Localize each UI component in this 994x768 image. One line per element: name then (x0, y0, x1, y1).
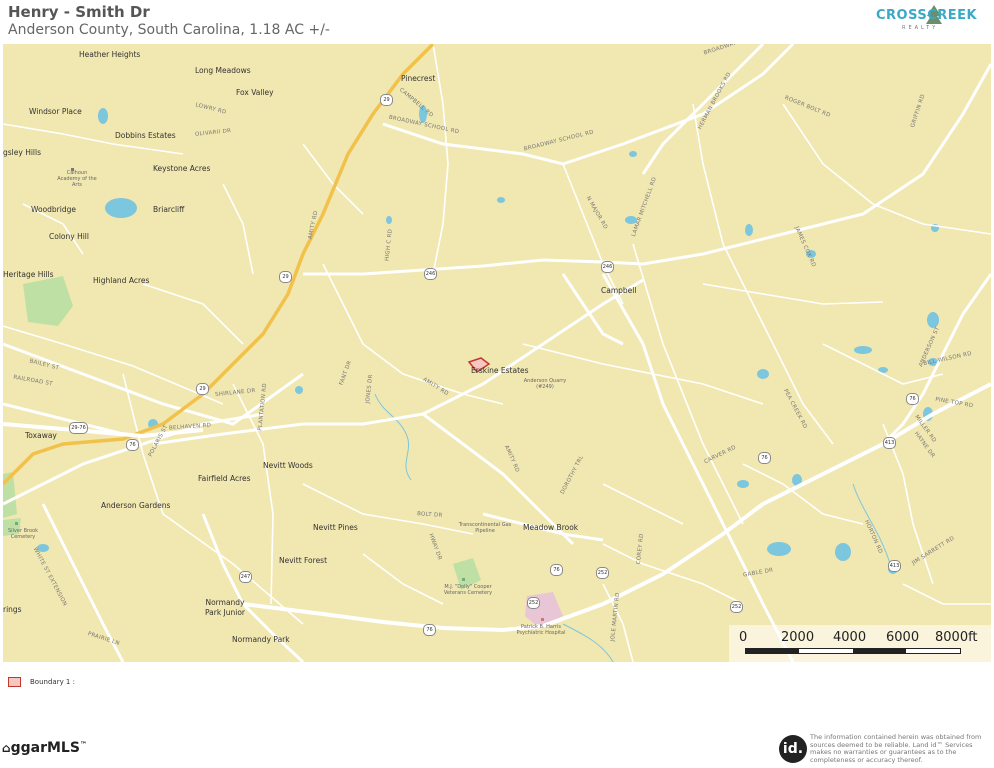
poi-label: Calhoun Academy of the Arts (57, 170, 97, 188)
place-label: Windsor Place (29, 107, 82, 116)
place-label: Nevitt Forest (279, 556, 328, 565)
poi-label: Transcontinental Gas Pipeline (458, 522, 512, 534)
route-shield: 76 (550, 564, 563, 576)
route-shield: 413 (883, 437, 896, 449)
route-shield: 29 (196, 383, 209, 395)
map-view[interactable]: Heather Heights Long Meadows Pinecrest F… (3, 44, 991, 662)
poi-label: Silver Brook Cemetery (7, 528, 39, 540)
place-label: Campbell (601, 286, 637, 295)
place-label: Normandy Park Junior (204, 598, 246, 617)
scale-label: 0 (739, 630, 748, 645)
route-shield: 252 (730, 601, 743, 613)
park-areas (3, 276, 563, 628)
route-shield: 29 (380, 94, 393, 106)
page-title: Henry - Smith Dr (8, 3, 150, 21)
route-shield: 246 (601, 261, 614, 273)
route-shield: 76 (906, 393, 919, 405)
streams (374, 393, 894, 662)
poi-label: Anderson Quarry (#249) (523, 378, 567, 390)
place-label: Colony Hill (49, 232, 89, 241)
place-label: Nevitt Pines (313, 523, 358, 532)
land-id-logo: id. (779, 735, 807, 763)
boundary-legend-label: Boundary 1 : (30, 678, 75, 686)
place-label: Normandy Park (232, 635, 290, 644)
water-bodies (37, 105, 939, 574)
place-label: Nevitt Woods (263, 461, 313, 470)
route-shield: 252 (596, 567, 609, 579)
place-label: Anderson Gardens (101, 501, 171, 510)
route-shield: 29 (279, 271, 292, 283)
place-label: Toxaway (25, 431, 57, 440)
scale-label: 6000 (886, 630, 920, 645)
brand-logo: CROSSCREEK REALTY (876, 4, 986, 40)
scale-label: 2000 (781, 630, 815, 645)
scale-segment (746, 649, 799, 653)
place-label: gsley Hills (3, 148, 41, 157)
place-label: Long Meadows (195, 66, 251, 75)
place-label: Briarcliff (153, 205, 185, 214)
route-shield: 246 (424, 268, 437, 280)
route-shield: 252 (527, 597, 540, 609)
route-shield: 76 (126, 439, 139, 451)
route-shield: 247 (239, 571, 252, 583)
place-label: Woodbridge (31, 205, 76, 214)
place-label: Dobbins Estates (115, 131, 176, 140)
brand-logo-subtext: REALTY (902, 25, 939, 31)
brand-logo-text: CROSSCREEK (876, 8, 978, 23)
scale-bar: 0 2000 4000 6000 8000ft (729, 625, 991, 662)
route-shield: 29-76 (69, 422, 88, 434)
place-label: Erskine Estates (471, 366, 529, 375)
boundary-legend-swatch (8, 677, 21, 687)
place-label: Fox Valley (236, 88, 274, 97)
mls-logo: ⌂ggarMLS™ (2, 740, 87, 756)
mls-logo-text: ggarMLS (10, 740, 80, 756)
disclaimer-text: The information contained herein was obt… (810, 733, 982, 764)
place-label: Pinecrest (401, 74, 436, 83)
house-icon: ⌂ (2, 741, 11, 755)
poi-label: M.J. "Dolly" Cooper Veterans Cemetery (443, 584, 493, 596)
place-label: Fairfield Acres (198, 474, 251, 483)
place-label: Highland Acres (93, 276, 150, 285)
scale-bar-graphic (745, 648, 961, 654)
place-label: Heather Heights (79, 50, 141, 59)
page-subtitle: Anderson County, South Carolina, 1.18 AC… (8, 22, 330, 38)
place-label: Heritage Hills (3, 270, 54, 279)
route-shield: 76 (423, 624, 436, 636)
poi-label: Patrick B. Harris Psychiatric Hospital (516, 624, 566, 636)
place-label: Keystone Acres (153, 164, 211, 173)
route-shield: 76 (758, 452, 771, 464)
scale-label: 4000 (833, 630, 867, 645)
scale-label: 8000ft (935, 630, 978, 645)
scale-segment (853, 649, 906, 653)
place-label: rings (3, 605, 22, 614)
route-shield: 413 (888, 560, 901, 572)
place-label: Meadow Brook (523, 523, 579, 532)
